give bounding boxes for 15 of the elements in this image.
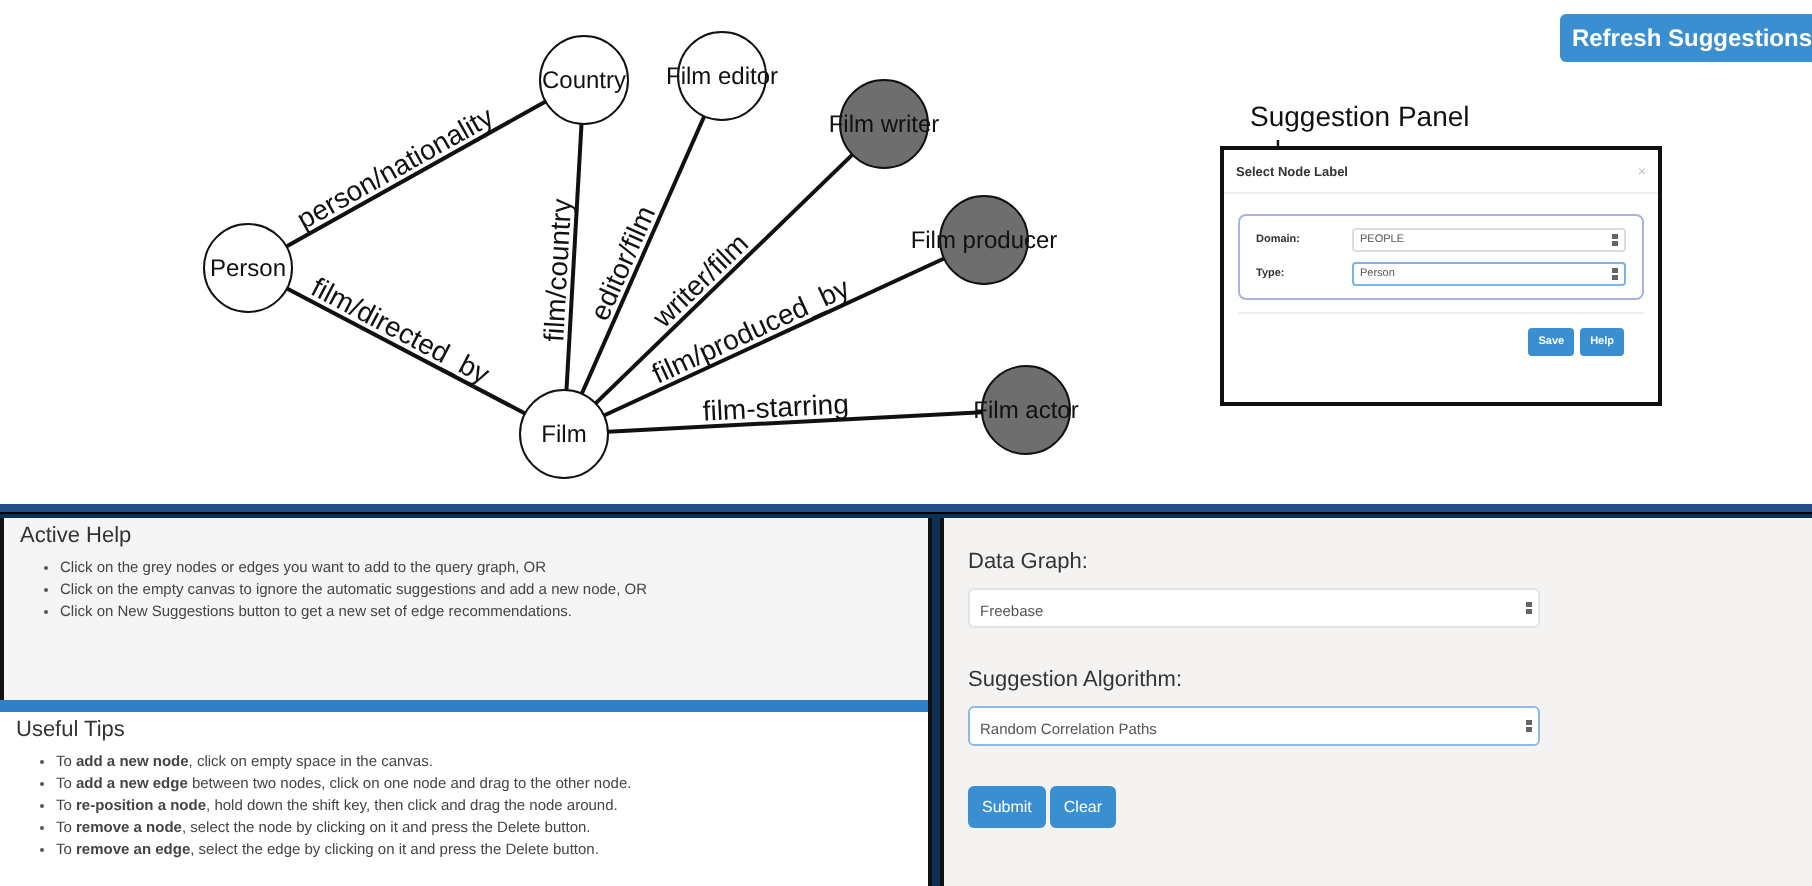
- node[interactable]: [203, 223, 293, 313]
- spinner-icon: [1612, 268, 1618, 280]
- node-label: Person: [209, 254, 287, 282]
- field-label: Suggestion Algorithm:: [968, 668, 1185, 692]
- spinner-icon: [1612, 234, 1618, 246]
- section-title: Useful Tips: [16, 718, 127, 742]
- node-label: Film: [541, 420, 587, 448]
- section-title: Active Help: [20, 524, 134, 548]
- node[interactable]: [519, 389, 609, 479]
- spinner-icon: [1526, 720, 1532, 732]
- spinner-icon: [1526, 602, 1532, 614]
- node[interactable]: [539, 35, 629, 125]
- node-label: Country: [541, 66, 627, 94]
- annotation-label: Suggestion Panel: [1250, 100, 1470, 132]
- field-label: Data Graph:: [968, 550, 1090, 574]
